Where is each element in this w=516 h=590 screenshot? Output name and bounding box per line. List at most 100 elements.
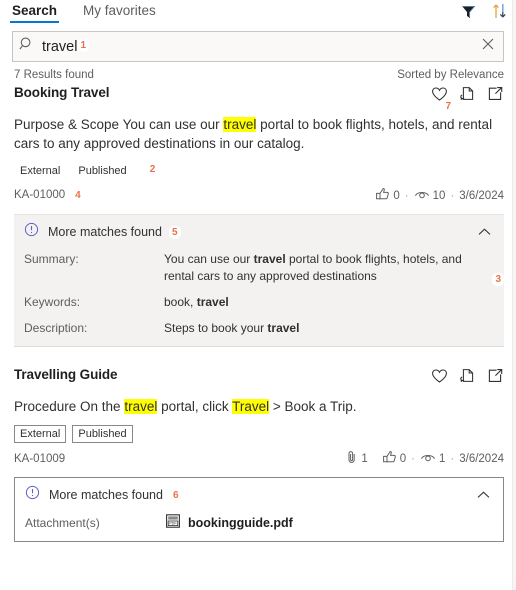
annotation-marker-1: 1 bbox=[77, 38, 90, 52]
snippet-highlight-2: Travel bbox=[232, 399, 270, 414]
field-label: Summary: bbox=[24, 252, 79, 266]
favorite-icon[interactable] bbox=[431, 368, 448, 389]
search-input[interactable]: travel 1 bbox=[42, 38, 481, 55]
more-matches-panel: More matches found 5 Summary: You can us… bbox=[14, 214, 504, 347]
field-value-bold: travel bbox=[196, 295, 229, 309]
meta-separator: · bbox=[450, 189, 455, 202]
more-matches-title: More matches found bbox=[49, 488, 163, 502]
status-badge: External bbox=[14, 425, 67, 443]
result-snippet: Purpose & Scope You can use our travel p… bbox=[14, 115, 500, 153]
result-spacer bbox=[0, 347, 516, 367]
meta-separator: · bbox=[450, 452, 455, 465]
info-icon bbox=[25, 485, 40, 505]
likes-count: 0 bbox=[393, 189, 400, 202]
result-actions: 7 bbox=[431, 85, 504, 113]
result-article-id: KA-01009 bbox=[14, 452, 66, 465]
copy-link-icon[interactable] bbox=[459, 86, 476, 107]
header-actions bbox=[460, 2, 508, 25]
views-count: 10 bbox=[432, 189, 446, 202]
result-stats: 3 0 · 10 · 3/6/2024 bbox=[375, 187, 504, 286]
attachment-filename: bookingguide.pdf bbox=[188, 515, 293, 530]
field-value: Steps to book your travel bbox=[164, 320, 494, 337]
more-matches-row: Keywords: book, travel bbox=[24, 294, 494, 311]
views-group: 10 bbox=[414, 188, 446, 204]
field-value-bold: travel bbox=[267, 321, 300, 335]
annotation-marker-3: 3 bbox=[492, 273, 504, 286]
field-label: Description: bbox=[24, 321, 88, 335]
thumbs-up-icon bbox=[375, 187, 390, 204]
likes-group[interactable]: 0 bbox=[382, 450, 406, 467]
results-summary-bar: 7 Results found Sorted by Relevance bbox=[0, 62, 516, 85]
search-area: travel 1 bbox=[0, 27, 516, 62]
result-stats: 1 0 · 1 · 3/6/2024 bbox=[345, 450, 504, 467]
open-in-new-icon[interactable] bbox=[487, 86, 504, 107]
field-value-pre: You can use our bbox=[164, 252, 254, 266]
sort-label[interactable]: Sorted by Relevance bbox=[397, 69, 504, 81]
field-value-pre: Steps to book your bbox=[164, 321, 268, 335]
tab-my-favorites[interactable]: My favorites bbox=[81, 0, 158, 23]
annotation-marker-7: 7 bbox=[442, 100, 454, 113]
result-header: Booking Travel 7 bbox=[14, 85, 504, 113]
meta-separator: · bbox=[411, 452, 415, 465]
info-icon bbox=[24, 222, 39, 242]
result-badges: External Published bbox=[14, 425, 504, 443]
attachment-link[interactable]: PDF bookingguide.pdf bbox=[165, 513, 293, 532]
snippet-mid: portal, click bbox=[157, 399, 233, 414]
annotation-marker-6: 6 bbox=[169, 488, 182, 502]
tab-search[interactable]: Search bbox=[10, 0, 60, 23]
snippet-pre: Procedure On the bbox=[14, 399, 125, 414]
field-value: book, travel bbox=[164, 294, 494, 311]
result-snippet: Procedure On the travel portal, click Tr… bbox=[14, 397, 500, 416]
annotation-marker-4: 4 bbox=[72, 189, 84, 202]
more-matches-header[interactable]: More matches found 5 bbox=[24, 222, 494, 242]
eye-icon bbox=[420, 451, 436, 467]
top-tab-bar: Search My favorites bbox=[0, 0, 516, 27]
meta-separator: · bbox=[404, 189, 409, 202]
results-count: 7 Results found bbox=[14, 69, 94, 81]
search-result-item: Booking Travel 7 Purpose & Scope You can… bbox=[0, 85, 516, 347]
svg-text:PDF: PDF bbox=[169, 522, 177, 526]
result-title[interactable]: Travelling Guide bbox=[14, 367, 118, 382]
field-label: Attachment(s) bbox=[25, 515, 100, 530]
likes-group[interactable]: 0 bbox=[375, 187, 400, 204]
copy-link-icon[interactable] bbox=[459, 368, 476, 389]
more-matches-row: Summary: You can use our travel portal t… bbox=[24, 251, 494, 285]
field-value-bold: travel bbox=[253, 252, 286, 266]
tab-my-favorites-label: My favorites bbox=[83, 3, 156, 18]
status-badge: External bbox=[20, 165, 61, 177]
result-header: Travelling Guide bbox=[14, 367, 504, 389]
result-article-id-text: KA-01000 bbox=[14, 189, 66, 201]
result-meta-row: KA-01009 1 0 · 1 · 3/6/2024 bbox=[14, 450, 504, 467]
result-badges: External Published 2 bbox=[14, 162, 504, 180]
field-label: Keywords: bbox=[24, 295, 81, 309]
status-badge: Published bbox=[78, 165, 127, 177]
field-value: You can use our travel portal to book fl… bbox=[164, 251, 494, 285]
sort-icon[interactable] bbox=[491, 2, 508, 25]
search-icon bbox=[19, 36, 35, 57]
open-in-new-icon[interactable] bbox=[487, 368, 504, 389]
result-date: 3/6/2024 bbox=[459, 189, 504, 202]
pdf-file-icon: PDF bbox=[165, 513, 181, 532]
search-box[interactable]: travel 1 bbox=[12, 31, 504, 62]
attachment-count: 1 bbox=[361, 452, 368, 465]
search-input-value: travel bbox=[42, 38, 78, 55]
snippet-post: > Book a Trip. bbox=[269, 399, 357, 414]
close-icon[interactable] bbox=[481, 37, 495, 56]
attachments-row: Attachment(s) PDF bookingguide.pdf bbox=[25, 513, 493, 532]
more-matches-panel: More matches found 6 Attachment(s) PDF b… bbox=[14, 477, 504, 542]
result-title[interactable]: Booking Travel bbox=[14, 85, 109, 100]
result-date: 3/6/2024 bbox=[459, 452, 504, 465]
annotation-marker-5: 5 bbox=[168, 225, 181, 239]
chevron-up-icon[interactable] bbox=[476, 488, 491, 506]
result-article-id: KA-01000 4 bbox=[14, 189, 84, 202]
more-matches-row: Description: Steps to book your travel bbox=[24, 320, 494, 337]
filter-icon[interactable] bbox=[460, 3, 477, 25]
chevron-up-icon[interactable] bbox=[477, 225, 492, 243]
snippet-pre: Purpose & Scope You can use our bbox=[14, 117, 224, 132]
more-matches-header[interactable]: More matches found 6 bbox=[25, 485, 493, 505]
snippet-highlight: travel bbox=[124, 399, 158, 414]
more-matches-title: More matches found bbox=[48, 225, 162, 239]
annotation-marker-2: 2 bbox=[146, 163, 159, 180]
tab-search-label: Search bbox=[12, 3, 58, 18]
thumbs-up-icon bbox=[382, 450, 397, 467]
